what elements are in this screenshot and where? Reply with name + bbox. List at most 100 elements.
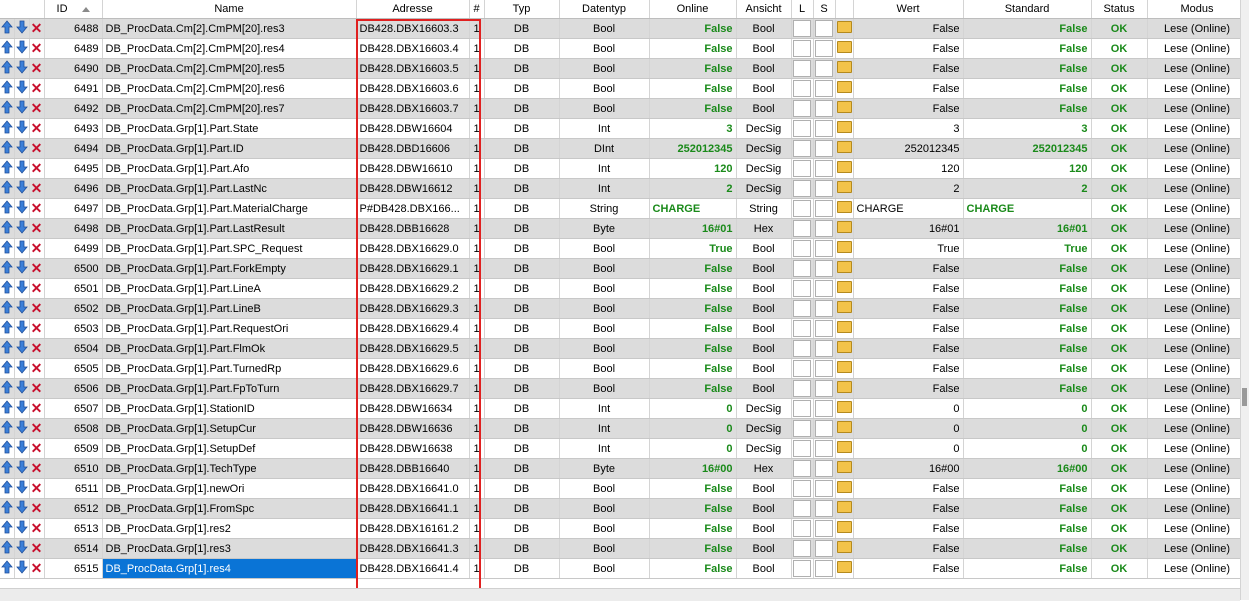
download-arrow-icon[interactable] xyxy=(15,240,28,254)
download-cell[interactable] xyxy=(14,38,30,59)
delete-cell[interactable]: ✕ xyxy=(29,318,45,339)
cell-l[interactable] xyxy=(791,398,814,419)
delete-x-icon[interactable]: ✕ xyxy=(31,440,43,456)
cell-wert[interactable]: 252012345 xyxy=(853,138,964,159)
delete-x-icon[interactable]: ✕ xyxy=(31,200,43,216)
cell-name[interactable]: DB_ProcData.Grp[1].Part.FpToTurn xyxy=(102,378,357,399)
upload-arrow-icon[interactable] xyxy=(0,260,13,274)
cell-name[interactable]: DB_ProcData.Grp[1].Part.LastResult xyxy=(102,218,357,239)
folder-open-icon[interactable] xyxy=(836,181,852,193)
download-cell[interactable] xyxy=(14,238,30,259)
s-checkbox[interactable] xyxy=(815,60,834,77)
download-cell[interactable] xyxy=(14,458,30,479)
cell-ansicht[interactable]: DecSig xyxy=(736,418,792,439)
folder-open-icon[interactable] xyxy=(836,541,852,553)
upload-arrow-icon[interactable] xyxy=(0,360,13,374)
cell-s[interactable] xyxy=(813,278,836,299)
upload-cell[interactable] xyxy=(0,358,15,379)
upload-arrow-icon[interactable] xyxy=(0,460,13,474)
folder-open-icon[interactable] xyxy=(836,381,852,393)
s-checkbox[interactable] xyxy=(815,460,834,477)
cell-folder[interactable] xyxy=(835,78,854,99)
cell-ansicht[interactable]: String xyxy=(736,198,792,219)
l-checkbox[interactable] xyxy=(793,40,812,57)
upload-arrow-icon[interactable] xyxy=(0,380,13,394)
cell-l[interactable] xyxy=(791,538,814,559)
cell-wert[interactable]: False xyxy=(853,358,964,379)
cell-adresse[interactable]: DB428.DBX16629.3 xyxy=(356,298,470,319)
delete-x-icon[interactable]: ✕ xyxy=(31,460,43,476)
cell-name[interactable]: DB_ProcData.Grp[1].SetupDef xyxy=(102,438,357,459)
cell-adresse[interactable]: DB428.DBW16636 xyxy=(356,418,470,439)
folder-open-icon[interactable] xyxy=(836,401,852,413)
delete-cell[interactable]: ✕ xyxy=(29,78,45,99)
cell-ansicht[interactable]: Bool xyxy=(736,258,792,279)
download-arrow-icon[interactable] xyxy=(15,360,28,374)
download-arrow-icon[interactable] xyxy=(15,540,28,554)
cell-adresse[interactable]: DB428.DBX16629.7 xyxy=(356,378,470,399)
cell-ansicht[interactable]: DecSig xyxy=(736,178,792,199)
cell-ansicht[interactable]: Bool xyxy=(736,378,792,399)
table-row[interactable]: ✕ 6514 DB_ProcData.Grp[1].res3 DB428.DBX166… xyxy=(0,538,1240,559)
table-row[interactable]: ✕ 6499 DB_ProcData.Grp[1].Part.SPC_Request… xyxy=(0,238,1240,259)
cell-l[interactable] xyxy=(791,358,814,379)
cell-s[interactable] xyxy=(813,318,836,339)
upload-cell[interactable] xyxy=(0,458,15,479)
s-checkbox[interactable] xyxy=(815,180,834,197)
table-row[interactable]: ✕ 6509 DB_ProcData.Grp[1].SetupDef DB428.DB… xyxy=(0,438,1240,459)
upload-arrow-icon[interactable] xyxy=(0,60,13,74)
upload-cell[interactable] xyxy=(0,398,15,419)
table-row[interactable]: ✕ 6508 DB_ProcData.Grp[1].SetupCur DB428.DB… xyxy=(0,418,1240,439)
cell-adresse[interactable]: DB428.DBX16629.1 xyxy=(356,258,470,279)
table-row[interactable]: ✕ 6490 DB_ProcData.Cm[2].CmPM[20].res5 DB42… xyxy=(0,58,1240,79)
delete-x-icon[interactable]: ✕ xyxy=(31,360,43,376)
col-header-standard[interactable]: Standard xyxy=(963,0,1092,19)
download-arrow-icon[interactable] xyxy=(15,560,28,574)
upload-cell[interactable] xyxy=(0,158,15,179)
l-checkbox[interactable] xyxy=(793,240,812,257)
table-row[interactable]: ✕ 6506 DB_ProcData.Grp[1].Part.FpToTurn DB4… xyxy=(0,378,1240,399)
cell-adresse[interactable]: DB428.DBX16629.4 xyxy=(356,318,470,339)
download-cell[interactable] xyxy=(14,418,30,439)
l-checkbox[interactable] xyxy=(793,480,812,497)
download-cell[interactable] xyxy=(14,438,30,459)
cell-wert[interactable]: False xyxy=(853,278,964,299)
s-checkbox[interactable] xyxy=(815,100,834,117)
cell-wert[interactable]: 3 xyxy=(853,118,964,139)
cell-folder[interactable] xyxy=(835,378,854,399)
table-row[interactable]: ✕ 6504 DB_ProcData.Grp[1].Part.FlmOk DB428.… xyxy=(0,338,1240,359)
delete-x-icon[interactable]: ✕ xyxy=(31,180,43,196)
download-arrow-icon[interactable] xyxy=(15,340,28,354)
cell-s[interactable] xyxy=(813,138,836,159)
upload-arrow-icon[interactable] xyxy=(0,320,13,334)
folder-open-icon[interactable] xyxy=(836,561,852,573)
s-checkbox[interactable] xyxy=(815,300,834,317)
delete-cell[interactable]: ✕ xyxy=(29,118,45,139)
cell-folder[interactable] xyxy=(835,218,854,239)
cell-l[interactable] xyxy=(791,218,814,239)
scrollbar-thumb[interactable] xyxy=(1242,388,1247,406)
cell-name[interactable]: DB_ProcData.Grp[1].SetupCur xyxy=(102,418,357,439)
cell-l[interactable] xyxy=(791,378,814,399)
l-checkbox[interactable] xyxy=(793,420,812,437)
upload-arrow-icon[interactable] xyxy=(0,480,13,494)
cell-s[interactable] xyxy=(813,98,836,119)
cell-adresse[interactable]: DB428.DBX16629.0 xyxy=(356,238,470,259)
download-arrow-icon[interactable] xyxy=(15,200,28,214)
s-checkbox[interactable] xyxy=(815,500,834,517)
cell-wert[interactable]: False xyxy=(853,338,964,359)
cell-l[interactable] xyxy=(791,498,814,519)
download-arrow-icon[interactable] xyxy=(15,140,28,154)
download-arrow-icon[interactable] xyxy=(15,20,28,34)
upload-arrow-icon[interactable] xyxy=(0,120,13,134)
download-cell[interactable] xyxy=(14,558,30,579)
col-header-name[interactable]: Name xyxy=(102,0,357,19)
delete-x-icon[interactable]: ✕ xyxy=(31,500,43,516)
cell-folder[interactable] xyxy=(835,138,854,159)
cell-adresse[interactable]: DB428.DBX16161.2 xyxy=(356,518,470,539)
cell-adresse[interactable]: DB428.DBX16603.4 xyxy=(356,38,470,59)
upload-cell[interactable] xyxy=(0,418,15,439)
table-row[interactable]: ✕ 6511 DB_ProcData.Grp[1].newOri DB428.DBX1… xyxy=(0,478,1240,499)
l-checkbox[interactable] xyxy=(793,60,812,77)
cell-s[interactable] xyxy=(813,158,836,179)
